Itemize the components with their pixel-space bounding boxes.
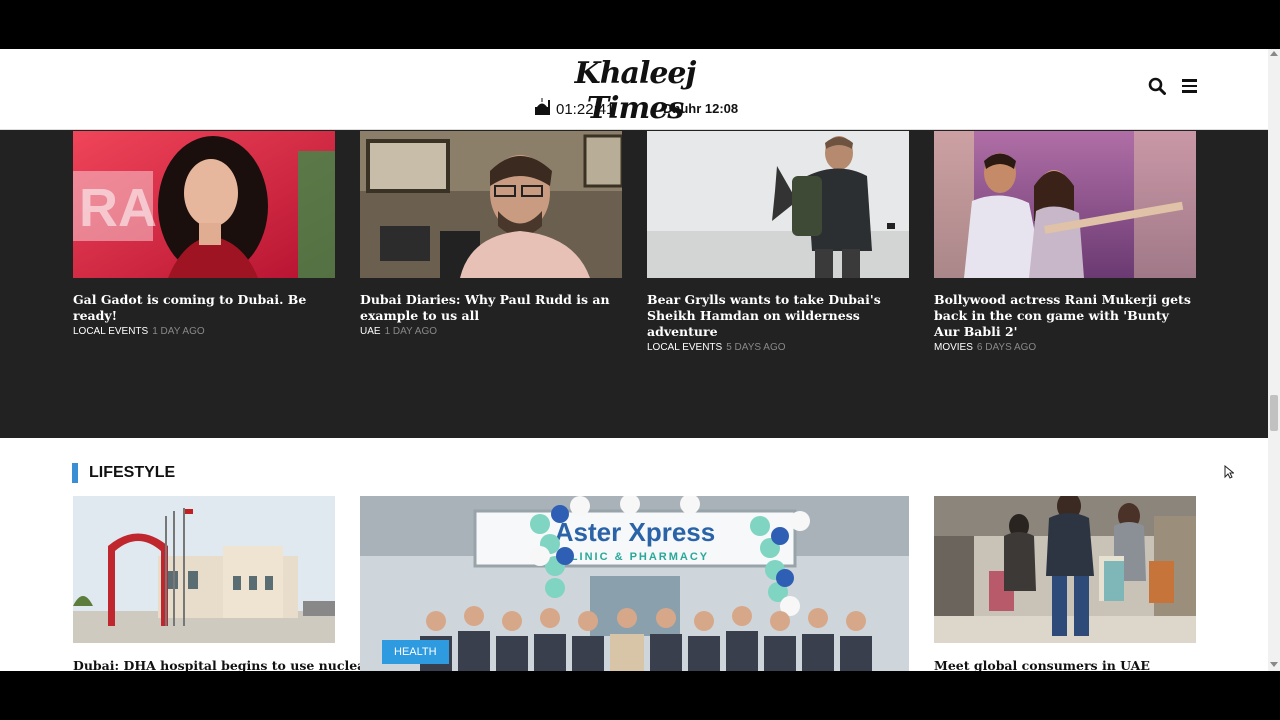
mosque-icon [535, 98, 550, 115]
story-title[interactable]: Gal Gadot is coming to Dubai. Be ready! [73, 292, 335, 324]
story-image[interactable] [360, 131, 624, 278]
story-time: 6 DAYS AGO [976, 342, 1037, 353]
browser-viewport: Khaleej Times 01:22:41 Dhuhr 12:08 RA Ga… [0, 49, 1268, 671]
story-image[interactable] [73, 496, 335, 643]
clinic-sign-subtitle: CLINIC & PHARMACY [561, 551, 709, 563]
video-letterbox-bottom [0, 671, 1280, 720]
lifestyle-card[interactable]: Meet global consumers in UAE [934, 492, 1196, 671]
story-card[interactable]: RA Gal Gadot is coming to Dubai. Be read… [73, 131, 335, 337]
section-accent-bar [72, 463, 78, 483]
section-title[interactable]: LIFESTYLE [89, 464, 175, 482]
story-card[interactable]: Dubai Diaries: Why Paul Rudd is an examp… [360, 131, 624, 337]
story-image[interactable] [647, 131, 909, 278]
story-title[interactable]: Dubai: DHA hospital begins to use nuclea… [73, 658, 372, 671]
story-title[interactable]: Bollywood actress Rani Mukerji gets back… [934, 292, 1196, 340]
story-time: 1 DAY AGO [384, 326, 437, 337]
story-category[interactable]: UAE [360, 326, 381, 337]
prayer-time: Dhuhr 12:08 [663, 101, 739, 116]
hamburger-menu-icon[interactable] [1182, 79, 1197, 93]
story-time: 1 DAY AGO [152, 326, 205, 337]
story-time: 5 DAYS AGO [726, 342, 786, 353]
entertainment-section: RA Gal Gadot is coming to Dubai. Be read… [0, 130, 1268, 438]
category-badge-health[interactable]: HEALTH [382, 640, 449, 664]
story-image[interactable] [934, 131, 1196, 278]
scrollbar-thumb[interactable] [1270, 395, 1278, 431]
page-scrollbar[interactable] [1268, 49, 1280, 671]
story-card[interactable]: Bollywood actress Rani Mukerji gets back… [934, 131, 1196, 353]
clinic-sign: Aster Xpress [555, 517, 715, 547]
local-clock: 01:22:41 [556, 101, 615, 118]
mouse-cursor-icon [1224, 465, 1234, 479]
story-category[interactable]: LOCAL EVENTS [647, 342, 722, 353]
story-title[interactable]: Dubai Diaries: Why Paul Rudd is an examp… [360, 292, 622, 324]
story-title[interactable]: Bear Grylls wants to take Dubai's Sheikh… [647, 292, 909, 340]
story-category[interactable]: LOCAL EVENTS [73, 326, 148, 337]
lifestyle-card[interactable]: Dubai: DHA hospital begins to use nuclea… [73, 496, 372, 671]
video-letterbox-top [0, 0, 1280, 49]
lifestyle-featured-card[interactable]: Aster Xpress CLINIC & PHARMACY HEALTH [360, 494, 909, 671]
scroll-down-arrow-icon[interactable] [1270, 662, 1278, 667]
story-title[interactable]: Meet global consumers in UAE [934, 658, 1196, 671]
story-image[interactable]: RA [73, 131, 335, 278]
search-icon[interactable] [1148, 77, 1166, 95]
site-header: Khaleej Times 01:22:41 Dhuhr 12:08 [0, 49, 1268, 130]
scroll-up-arrow-icon[interactable] [1270, 51, 1278, 56]
story-image[interactable] [934, 492, 1196, 643]
svg-text:RA: RA [79, 178, 157, 238]
story-category[interactable]: MOVIES [934, 342, 973, 353]
story-card[interactable]: Bear Grylls wants to take Dubai's Sheikh… [647, 131, 909, 353]
